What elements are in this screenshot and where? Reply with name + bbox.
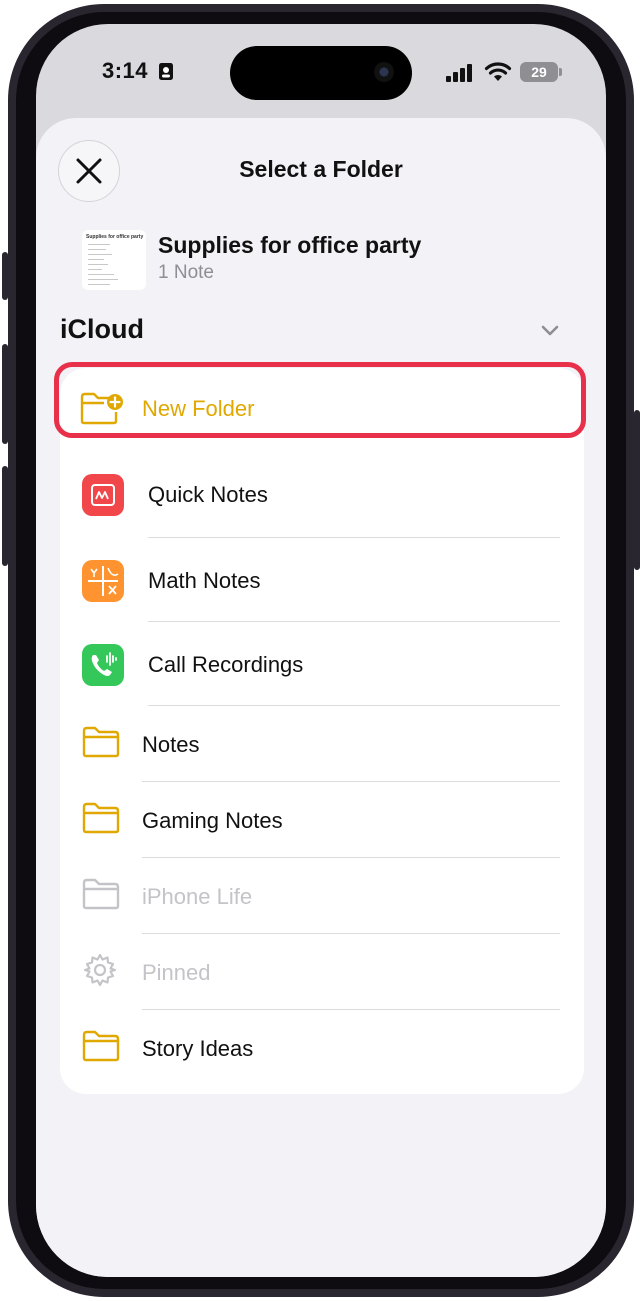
status-time: 3:14 <box>102 58 149 83</box>
thumbnail-line <box>88 244 110 245</box>
note-count: 1 Note <box>158 262 214 283</box>
select-folder-sheet: Select a Folder Supplies for office part… <box>36 118 606 1277</box>
thumbnail-line <box>88 264 108 265</box>
section-title-icloud[interactable]: iCloud <box>60 314 144 345</box>
folder-row-notes[interactable]: Notes <box>60 706 584 782</box>
folder-label: Math Notes <box>148 568 261 593</box>
battery-tip <box>559 68 562 76</box>
math-notes-icon <box>82 560 124 602</box>
note-thumbnail: Supplies for office party <box>82 230 146 290</box>
folder-label: Call Recordings <box>148 652 304 677</box>
folder-icon <box>82 802 120 834</box>
folder-row-math-notes[interactable]: Math Notes <box>60 538 584 622</box>
thumbnail-line <box>88 269 102 270</box>
thumbnail-line <box>88 259 104 260</box>
folder-icon <box>82 878 120 910</box>
thumbnail-line <box>88 284 110 285</box>
battery-indicator: 29 <box>520 62 558 82</box>
chevron-down-icon[interactable] <box>540 324 560 338</box>
folder-row-quick-notes[interactable]: Quick Notes <box>60 450 584 538</box>
folder-icon <box>82 1030 120 1062</box>
folder-list: New Folder Quick Notes Math Notes Call R… <box>60 368 584 1094</box>
folder-label: Notes <box>142 732 200 757</box>
sheet-title: Select a Folder <box>239 156 403 182</box>
thumbnail-line <box>88 274 114 275</box>
volume-down-button <box>2 466 8 566</box>
folder-label: Story Ideas <box>142 1036 254 1061</box>
thumbnail-title: Supplies for office party <box>86 234 144 240</box>
call-recordings-icon <box>82 644 124 686</box>
volume-up-button <box>2 344 8 444</box>
new-folder-highlight <box>54 362 586 438</box>
folder-row-gaming-notes[interactable]: Gaming Notes <box>60 782 584 858</box>
thumbnail-line <box>88 249 106 250</box>
folder-row-story-ideas[interactable]: Story Ideas <box>60 1010 584 1088</box>
folder-row-iphone-life: iPhone Life <box>60 858 584 934</box>
focus-icon <box>159 63 173 80</box>
status-bar: 3:14 29 <box>36 24 606 114</box>
quick-notes-icon <box>82 474 124 516</box>
thumbnail-line <box>88 254 112 255</box>
cellular-signal-icon <box>446 64 472 82</box>
folder-row-call-recordings[interactable]: Call Recordings <box>60 622 584 706</box>
thumbnail-line <box>88 279 118 280</box>
folder-icon <box>82 726 120 758</box>
camera-icon <box>374 62 394 82</box>
note-name: Supplies for office party <box>158 232 422 258</box>
folder-label: Gaming Notes <box>142 808 283 833</box>
folder-label: Quick Notes <box>148 482 268 507</box>
wifi-icon <box>484 62 512 81</box>
gear-icon <box>83 953 117 987</box>
folder-row-pinned: Pinned <box>60 934 584 1010</box>
power-button <box>634 410 640 570</box>
action-button <box>2 252 8 300</box>
screen: 3:14 29 Select a Folder Supplies for off… <box>36 24 606 1277</box>
folder-label: iPhone Life <box>142 884 253 909</box>
folder-label: Pinned <box>142 960 211 985</box>
